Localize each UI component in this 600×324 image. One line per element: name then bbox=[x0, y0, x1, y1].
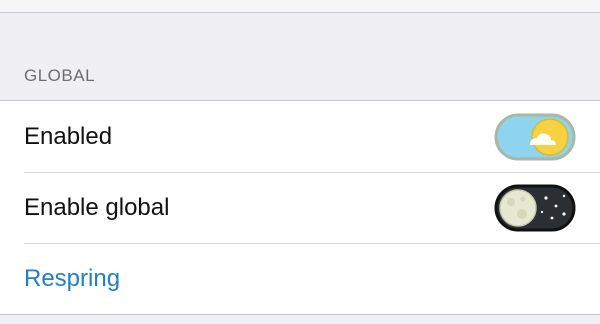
section-header-global: GLOBAL bbox=[24, 66, 96, 85]
top-separator-band bbox=[0, 0, 600, 13]
settings-group: Enabled Enable global Respring bbox=[0, 100, 600, 315]
row-enabled: Enabled bbox=[0, 101, 600, 172]
row-enable-global-label: Enable global bbox=[24, 193, 170, 221]
enable-global-toggle[interactable] bbox=[494, 184, 576, 232]
enabled-toggle[interactable] bbox=[494, 113, 576, 161]
bottom-band bbox=[0, 316, 600, 324]
night-moon-toggle-icon bbox=[494, 184, 576, 231]
row-enable-global: Enable global bbox=[0, 172, 600, 243]
respring-button[interactable]: Respring bbox=[24, 265, 120, 293]
row-respring: Respring bbox=[0, 243, 600, 314]
day-sun-toggle-icon bbox=[494, 113, 576, 160]
row-enabled-label: Enabled bbox=[24, 122, 113, 150]
